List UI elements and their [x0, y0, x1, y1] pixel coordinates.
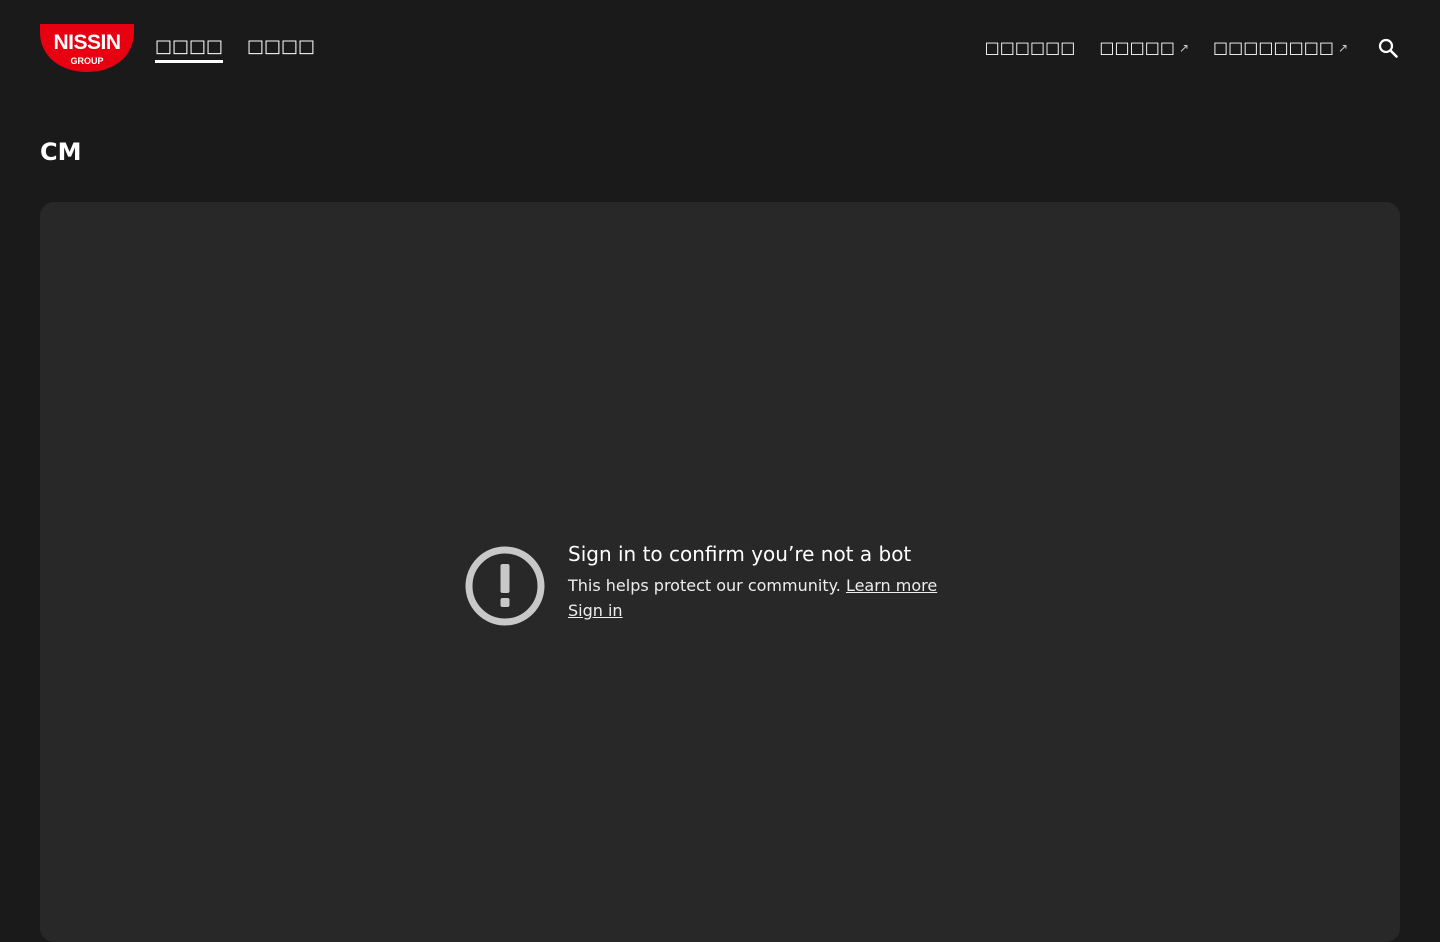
secondary-nav: □□□□□□ □□□□□ ↗ □□□□□□□□ ↗ [985, 36, 1348, 62]
learn-more-link[interactable]: Learn more [846, 576, 937, 595]
bot-check-notice: Sign in to confirm you’re not a bot This… [463, 542, 937, 628]
external-link-icon: ↗ [1178, 41, 1189, 55]
primary-nav: □□□□ □□□□ [155, 34, 315, 63]
nav-item-1[interactable]: □□□□ [155, 34, 224, 63]
notice-body-text: This helps protect our community. [568, 576, 841, 595]
search-button[interactable] [1370, 30, 1406, 66]
logo-sub-text: GROUP [70, 56, 103, 66]
video-embed-panel[interactable]: Sign in to confirm you’re not a bot This… [40, 202, 1400, 942]
alert-circle-icon [465, 546, 545, 626]
nav-right-item-3[interactable]: □□□□□□□□ ↗ [1213, 36, 1348, 62]
nav-right-item-1-label: □□□□□□ [984, 38, 1076, 57]
nav-right-item-3-label: □□□□□□□□ [1213, 38, 1334, 57]
sign-in-link[interactable]: Sign in [568, 599, 623, 623]
nav-right-item-2-label: □□□□□ [1099, 38, 1175, 57]
nav-item-2[interactable]: □□□□ [247, 34, 315, 62]
notice-heading: Sign in to confirm you’re not a bot [568, 542, 912, 566]
search-icon [1378, 38, 1398, 58]
external-link-icon: ↗ [1337, 41, 1348, 55]
notice-body: This helps protect our community. Learn … [568, 574, 937, 598]
notice-text: Sign in to confirm you’re not a bot This… [568, 540, 937, 623]
page-title: CM [40, 138, 82, 166]
nav-right-item-1[interactable]: □□□□□□ [985, 36, 1076, 62]
site-header: NISSIN GROUP □□□□ □□□□ □□□□□□ □□□□□ ↗ □□□… [0, 0, 1440, 96]
nav-right-item-2[interactable]: □□□□□ ↗ [1099, 36, 1189, 62]
nissin-logo[interactable]: NISSIN GROUP [40, 24, 134, 72]
logo-main-text: NISSIN [53, 31, 120, 54]
